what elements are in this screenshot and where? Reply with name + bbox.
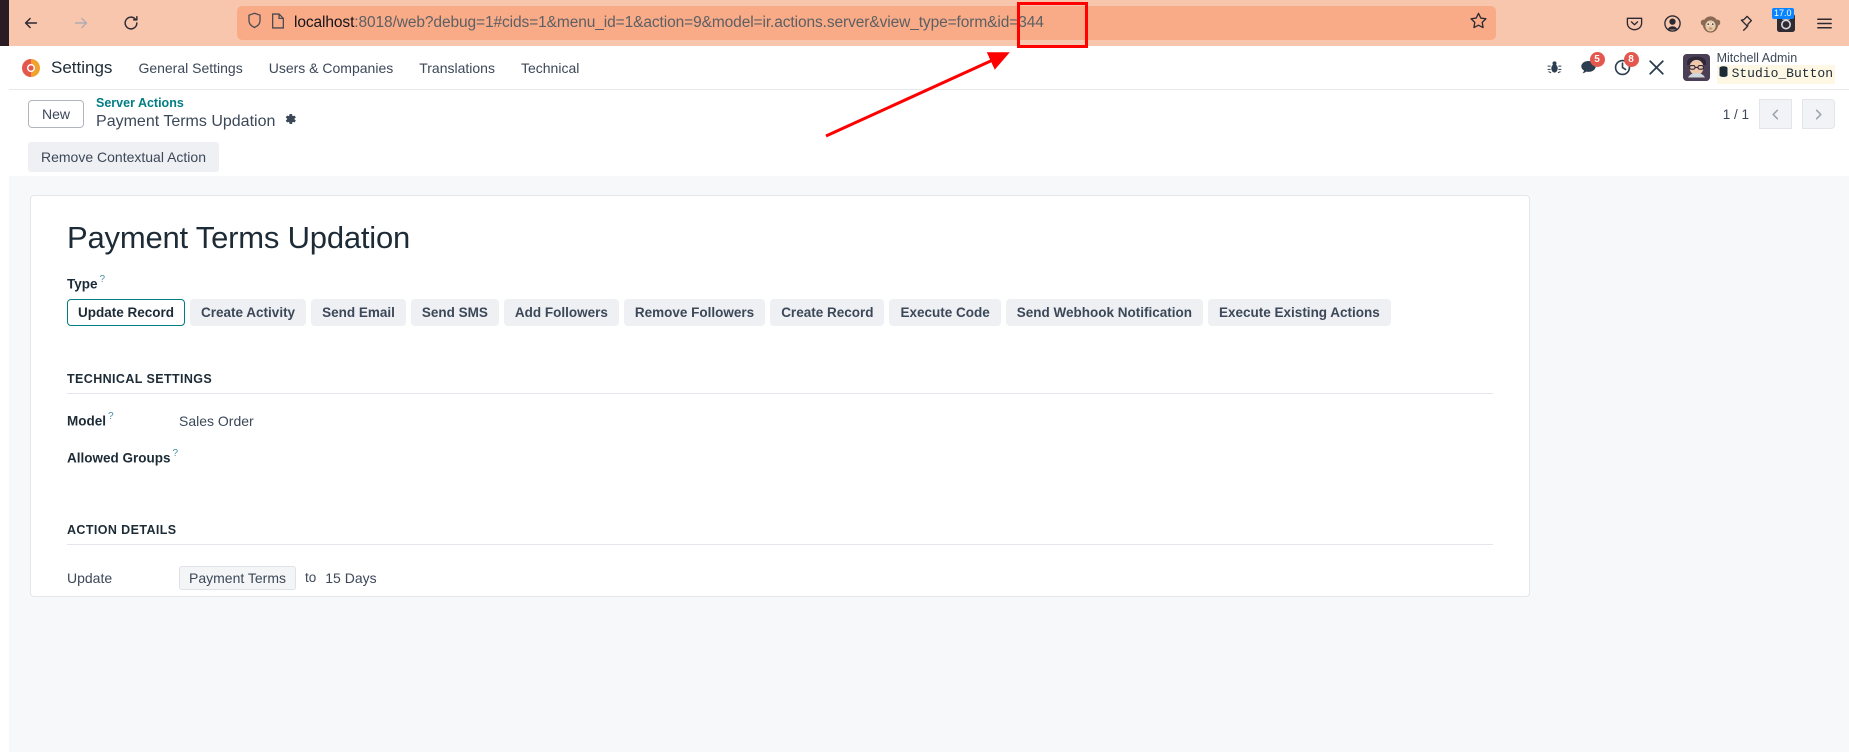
action-button-bar: Remove Contextual Action: [9, 138, 1849, 176]
activities-clock-icon[interactable]: 8: [1606, 51, 1640, 85]
model-value[interactable]: Sales Order: [179, 413, 254, 429]
allowed-groups-help-icon[interactable]: ?: [173, 448, 179, 459]
studio-button[interactable]: Studio_Button: [1716, 65, 1835, 84]
forward-button[interactable]: [64, 6, 98, 40]
allowed-groups-label-wrap: Allowed Groups?: [67, 448, 179, 467]
model-field-row: Model? Sales Order: [67, 411, 1493, 430]
user-menu[interactable]: Mitchell Admin Studio_Button: [1682, 51, 1835, 84]
update-word: Update: [67, 569, 113, 586]
studio-button-label: Studio_Button: [1731, 66, 1833, 82]
forward-arrow-icon: [72, 14, 90, 32]
update-value[interactable]: 15 Days: [325, 570, 376, 586]
pager-counter[interactable]: 1 / 1: [1723, 107, 1749, 122]
pager-next-button[interactable]: [1802, 99, 1835, 129]
type-option-remove-followers[interactable]: Remove Followers: [623, 299, 766, 327]
type-label: Type: [67, 276, 98, 292]
type-option-send-email[interactable]: Send Email: [311, 299, 406, 327]
messages-badge: 5: [1589, 51, 1605, 67]
breadcrumb-server-actions[interactable]: Server Actions: [96, 96, 297, 112]
reload-icon: [122, 14, 140, 32]
menu-technical[interactable]: Technical: [521, 60, 579, 76]
breadcrumb-current: Payment Terms Updation: [96, 112, 276, 130]
allowed-groups-field-row: Allowed Groups?: [67, 448, 1493, 467]
type-option-create-activity[interactable]: Create Activity: [190, 299, 307, 327]
messages-icon[interactable]: 5: [1572, 51, 1606, 85]
activities-badge: 8: [1623, 51, 1639, 67]
url-text: localhost:8018/web?debug=1#cids=1&menu_i…: [294, 14, 1044, 32]
remove-contextual-action-button[interactable]: Remove Contextual Action: [28, 142, 219, 172]
window-left-edge: [0, 0, 9, 46]
bookmark-star-icon: [1469, 11, 1488, 35]
pocket-save-icon[interactable]: [1617, 6, 1651, 40]
back-arrow-icon: [22, 14, 40, 32]
type-help-icon[interactable]: ?: [100, 274, 106, 285]
allowed-groups-label: Allowed Groups: [67, 449, 171, 465]
type-option-create-record[interactable]: Create Record: [770, 299, 885, 327]
breadcrumb-current-row: Payment Terms Updation: [96, 112, 297, 132]
avatar: [1682, 53, 1710, 81]
user-name: Mitchell Admin: [1716, 51, 1798, 66]
breadcrumb: Server Actions Payment Terms Updation: [96, 96, 297, 132]
technical-settings-title: TECHNICAL SETTINGS: [67, 372, 1493, 395]
extension-version-badge: 17.0: [1772, 8, 1794, 19]
update-action-row: Update Payment Terms to 15 Days: [67, 565, 1493, 590]
reload-button[interactable]: [114, 6, 148, 40]
model-label: Model: [67, 413, 106, 429]
shield-icon: [247, 12, 262, 34]
bookmark-button[interactable]: [1460, 6, 1496, 40]
url-bar[interactable]: localhost:8018/web?debug=1#cids=1&menu_i…: [237, 6, 1482, 40]
page-icon: [271, 12, 285, 34]
type-option-update-record[interactable]: Update Record: [67, 299, 186, 327]
monkey-extension-icon[interactable]: [1693, 6, 1727, 40]
type-option-execute-code[interactable]: Execute Code: [889, 299, 1001, 327]
type-field-row: Type? Update Record Create Activity Send…: [67, 274, 1493, 327]
user-info: Mitchell Admin Studio_Button: [1716, 51, 1835, 84]
control-panel: New Server Actions Payment Terms Updatio…: [9, 90, 1849, 138]
url-host: localhost: [294, 14, 355, 31]
action-details-title: ACTION DETAILS: [67, 523, 1493, 545]
action-details-section: ACTION DETAILS Update Payment Terms to 1…: [67, 523, 1493, 590]
gear-icon[interactable]: [283, 112, 297, 132]
hamburger-menu-icon[interactable]: [1807, 6, 1841, 40]
menu-translations[interactable]: Translations: [419, 60, 495, 76]
pin-extension-icon[interactable]: [1731, 6, 1765, 40]
pager-previous-button[interactable]: [1759, 99, 1792, 129]
type-option-send-webhook-notification[interactable]: Send Webhook Notification: [1005, 299, 1204, 327]
odoo-navbar: Settings General Settings Users & Compan…: [9, 46, 1849, 90]
type-option-execute-existing-actions[interactable]: Execute Existing Actions: [1208, 299, 1391, 327]
debug-bug-icon[interactable]: [1538, 51, 1572, 85]
new-button[interactable]: New: [28, 100, 85, 128]
database-icon: [1719, 65, 1728, 83]
to-word: to: [305, 570, 317, 586]
record-title: Payment Terms Updation: [67, 220, 411, 255]
account-circle-icon[interactable]: [1655, 6, 1689, 40]
model-label-wrap: Model?: [67, 411, 179, 430]
browser-toolbar-icons: 17.0: [1617, 6, 1841, 40]
url-id-highlight-box: [1017, 2, 1088, 48]
menu-users-and-companies[interactable]: Users & Companies: [269, 60, 394, 76]
pager-area: 1 / 1: [1723, 99, 1835, 129]
model-help-icon[interactable]: ?: [108, 411, 114, 422]
type-option-group: Update Record Create Activity Send Email…: [67, 299, 1493, 327]
odoo-logo-icon[interactable]: [20, 57, 42, 79]
menu-general-settings[interactable]: General Settings: [138, 60, 242, 76]
url-path: :8018/web?debug=1#cids=1&menu_id=1&actio…: [354, 14, 1044, 31]
technical-settings-section: TECHNICAL SETTINGS Model? Sales Order Al…: [67, 372, 1493, 467]
form-sheet: Payment Terms Updation Type? Update Reco…: [30, 195, 1530, 597]
tools-wrench-icon[interactable]: [1640, 51, 1674, 85]
app-name[interactable]: Settings: [51, 58, 112, 78]
back-button[interactable]: [14, 6, 48, 40]
screenshot-extension-icon[interactable]: 17.0: [1769, 6, 1803, 40]
update-field-chip[interactable]: Payment Terms: [179, 565, 296, 590]
browser-chrome: localhost:8018/web?debug=1#cids=1&menu_i…: [0, 0, 1849, 46]
systray: 5 8 Mitchell Admin Studio_Button: [1538, 46, 1835, 90]
type-option-add-followers[interactable]: Add Followers: [503, 299, 619, 327]
type-option-send-sms[interactable]: Send SMS: [410, 299, 499, 327]
form-sheet-background: Payment Terms Updation Type? Update Reco…: [9, 176, 1849, 752]
